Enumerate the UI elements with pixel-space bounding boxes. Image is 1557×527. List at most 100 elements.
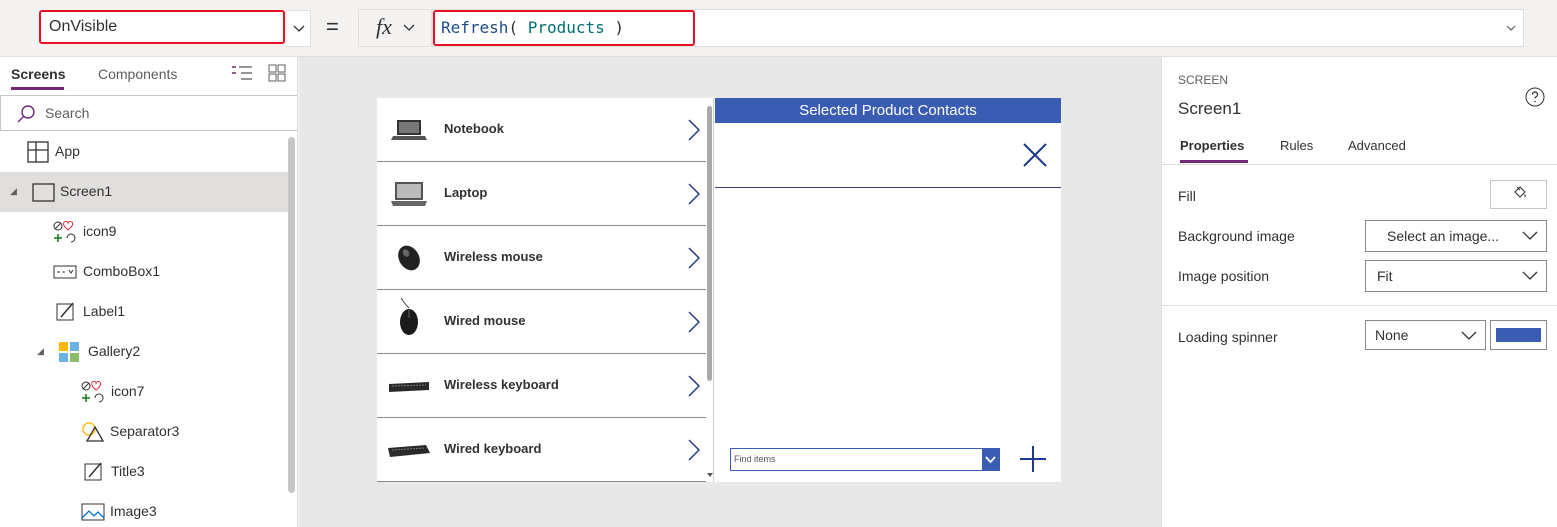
background-image-dropdown[interactable]: Select an image... xyxy=(1365,220,1547,252)
shapes-icon xyxy=(82,422,105,442)
tab-components[interactable]: Components xyxy=(98,66,177,82)
tree-item-app[interactable]: App xyxy=(0,132,290,172)
image-position-value: Fit xyxy=(1377,268,1393,284)
product-name: Wireless keyboard xyxy=(444,377,559,392)
chevron-down-icon xyxy=(1461,331,1477,340)
fx-label: fx xyxy=(376,14,392,39)
property-value: OnVisible xyxy=(49,18,118,35)
wired-keyboard-image xyxy=(388,445,430,457)
chevron-right-icon[interactable] xyxy=(688,439,700,461)
expand-formula-icon[interactable] xyxy=(1505,24,1517,34)
loading-spinner-value: None xyxy=(1375,327,1409,343)
image-position-dropdown[interactable]: Fit xyxy=(1365,260,1547,292)
image-position-label: Image position xyxy=(1178,268,1270,284)
tree-item-label1[interactable]: Label1 xyxy=(0,292,290,332)
tree-item-gallery2[interactable]: ◢ Gallery2 xyxy=(0,332,290,372)
tree-search-input[interactable]: Search xyxy=(0,95,297,131)
tree-item-image3[interactable]: Image3 xyxy=(0,492,290,527)
divider xyxy=(1162,305,1557,306)
loading-spinner-label: Loading spinner xyxy=(1178,329,1278,345)
contacts-title: Selected Product Contacts xyxy=(715,98,1061,123)
tree-item-icon7[interactable]: icon7 xyxy=(0,372,290,412)
chevron-right-icon[interactable] xyxy=(688,183,700,205)
product-name: Wired keyboard xyxy=(444,441,542,456)
tree-item-icon9[interactable]: icon9 xyxy=(0,212,290,252)
chevron-down-icon xyxy=(293,25,305,32)
combobox-dropdown-button[interactable] xyxy=(982,449,999,470)
search-placeholder: Search xyxy=(45,105,90,121)
app-icon xyxy=(27,141,49,163)
collapse-caret-icon[interactable]: ◢ xyxy=(10,186,17,197)
tree-item-label: Gallery2 xyxy=(88,343,141,359)
chevron-down-icon xyxy=(985,456,996,464)
icon-control-icon xyxy=(81,381,104,403)
tree-item-label: Image3 xyxy=(110,503,157,519)
app-screen[interactable]: Notebook Laptop Wireless mouse Wired mou… xyxy=(377,98,1061,482)
add-icon[interactable] xyxy=(1019,445,1047,473)
tree-item-label: App xyxy=(55,143,80,159)
thumbnail-view-icon[interactable] xyxy=(268,64,286,82)
tree-item-label: Title3 xyxy=(111,463,145,479)
product-name: Wireless mouse xyxy=(444,249,543,264)
gallery-row[interactable]: Wired keyboard xyxy=(377,418,706,482)
tree-view-pane: Screens Components Search App ◢ Screen1 … xyxy=(0,57,298,527)
gallery-row[interactable]: Wireless keyboard xyxy=(377,354,706,418)
gallery-row[interactable]: Wireless mouse xyxy=(377,226,706,290)
tree-item-separator3[interactable]: Separator3 xyxy=(0,412,290,452)
tree-item-combobox1[interactable]: ComboBox1 xyxy=(0,252,290,292)
tab-screens[interactable]: Screens xyxy=(11,66,65,82)
tab-advanced[interactable]: Advanced xyxy=(1348,138,1406,153)
tree-item-label: ComboBox1 xyxy=(83,263,161,279)
gallery-row[interactable]: Notebook xyxy=(377,98,706,162)
background-image-value: Select an image... xyxy=(1387,228,1500,244)
combobox-icon xyxy=(53,265,77,279)
property-dropdown-chevron[interactable] xyxy=(287,10,311,47)
chevron-down-icon xyxy=(403,24,415,31)
tree-item-title3[interactable]: Title3 xyxy=(0,452,290,492)
fill-label: Fill xyxy=(1178,188,1196,204)
function-button[interactable]: fx xyxy=(358,9,432,47)
active-tab-underline xyxy=(11,87,64,90)
chevron-right-icon[interactable] xyxy=(688,119,700,141)
tab-rules[interactable]: Rules xyxy=(1280,138,1313,153)
gallery-scrollbar[interactable] xyxy=(707,106,712,381)
spinner-color-picker[interactable] xyxy=(1490,320,1547,350)
search-icon xyxy=(17,105,35,123)
divider xyxy=(1162,164,1557,165)
gallery-row[interactable]: Wired mouse xyxy=(377,290,706,354)
close-icon[interactable] xyxy=(1023,143,1047,167)
contacts-divider xyxy=(715,187,1061,188)
find-items-combobox[interactable]: Find items xyxy=(730,448,1000,471)
laptop-image xyxy=(391,182,427,206)
chevron-right-icon[interactable] xyxy=(688,311,700,333)
loading-spinner-dropdown[interactable]: None xyxy=(1365,320,1486,350)
product-gallery[interactable]: Notebook Laptop Wireless mouse Wired mou… xyxy=(377,98,714,482)
collapse-caret-icon[interactable]: ◢ xyxy=(37,346,44,357)
formula-bar: OnVisible = fx Refresh( Products ) xyxy=(0,0,1557,57)
tree-scrollbar[interactable] xyxy=(288,137,295,493)
formula-argument: Products xyxy=(527,18,605,37)
formula-function: Refresh xyxy=(441,18,509,37)
chevron-right-icon[interactable] xyxy=(688,375,700,397)
formula-input[interactable]: Refresh( Products ) xyxy=(432,9,1524,47)
scroll-down-arrow-icon[interactable] xyxy=(707,472,713,478)
tab-properties[interactable]: Properties xyxy=(1180,138,1244,153)
spinner-color-swatch xyxy=(1496,328,1541,342)
help-icon[interactable] xyxy=(1525,87,1545,107)
properties-pane: SCREEN Screen1 Properties Rules Advanced… xyxy=(1161,57,1557,527)
control-kind: SCREEN xyxy=(1178,73,1229,87)
product-name: Notebook xyxy=(444,121,504,136)
chevron-right-icon[interactable] xyxy=(688,247,700,269)
gallery-row[interactable]: Laptop xyxy=(377,162,706,226)
fill-color-picker[interactable] xyxy=(1490,180,1547,209)
chevron-down-icon xyxy=(1522,271,1538,280)
tree-item-label: Screen1 xyxy=(60,183,113,199)
find-items-placeholder: Find items xyxy=(734,454,776,464)
tree-item-screen1[interactable]: ◢ Screen1 xyxy=(0,172,290,212)
tree-view-list-icon[interactable] xyxy=(231,65,253,83)
active-tab-underline xyxy=(1180,160,1248,163)
design-canvas: Notebook Laptop Wireless mouse Wired mou… xyxy=(299,57,1161,527)
notebook-image xyxy=(391,120,427,140)
wireless-keyboard-image xyxy=(389,382,429,392)
property-dropdown[interactable]: OnVisible xyxy=(39,10,285,44)
